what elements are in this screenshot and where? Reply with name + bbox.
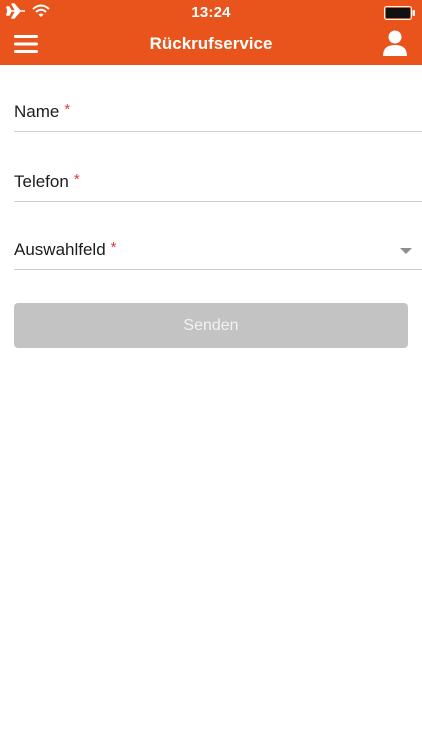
status-time: 13:24: [191, 4, 231, 21]
status-bar: 13:24: [0, 0, 422, 25]
select-field[interactable]: Auswahlfeld *: [14, 224, 422, 270]
battery-icon: [384, 6, 415, 20]
name-field[interactable]: Name *: [14, 86, 422, 132]
select-label: Auswahlfeld *: [14, 239, 117, 259]
page-title: Rückrufservice: [149, 34, 273, 53]
top-bar: 13:24 Rückrufservice: [0, 0, 422, 65]
user-profile-icon[interactable]: [382, 29, 408, 57]
dropdown-arrow-icon[interactable]: [400, 248, 412, 254]
send-button[interactable]: Senden: [14, 303, 408, 348]
nav-bar: Rückrufservice: [0, 25, 422, 65]
select-required-mark: *: [110, 239, 117, 256]
phone-field[interactable]: Telefon *: [14, 156, 422, 202]
